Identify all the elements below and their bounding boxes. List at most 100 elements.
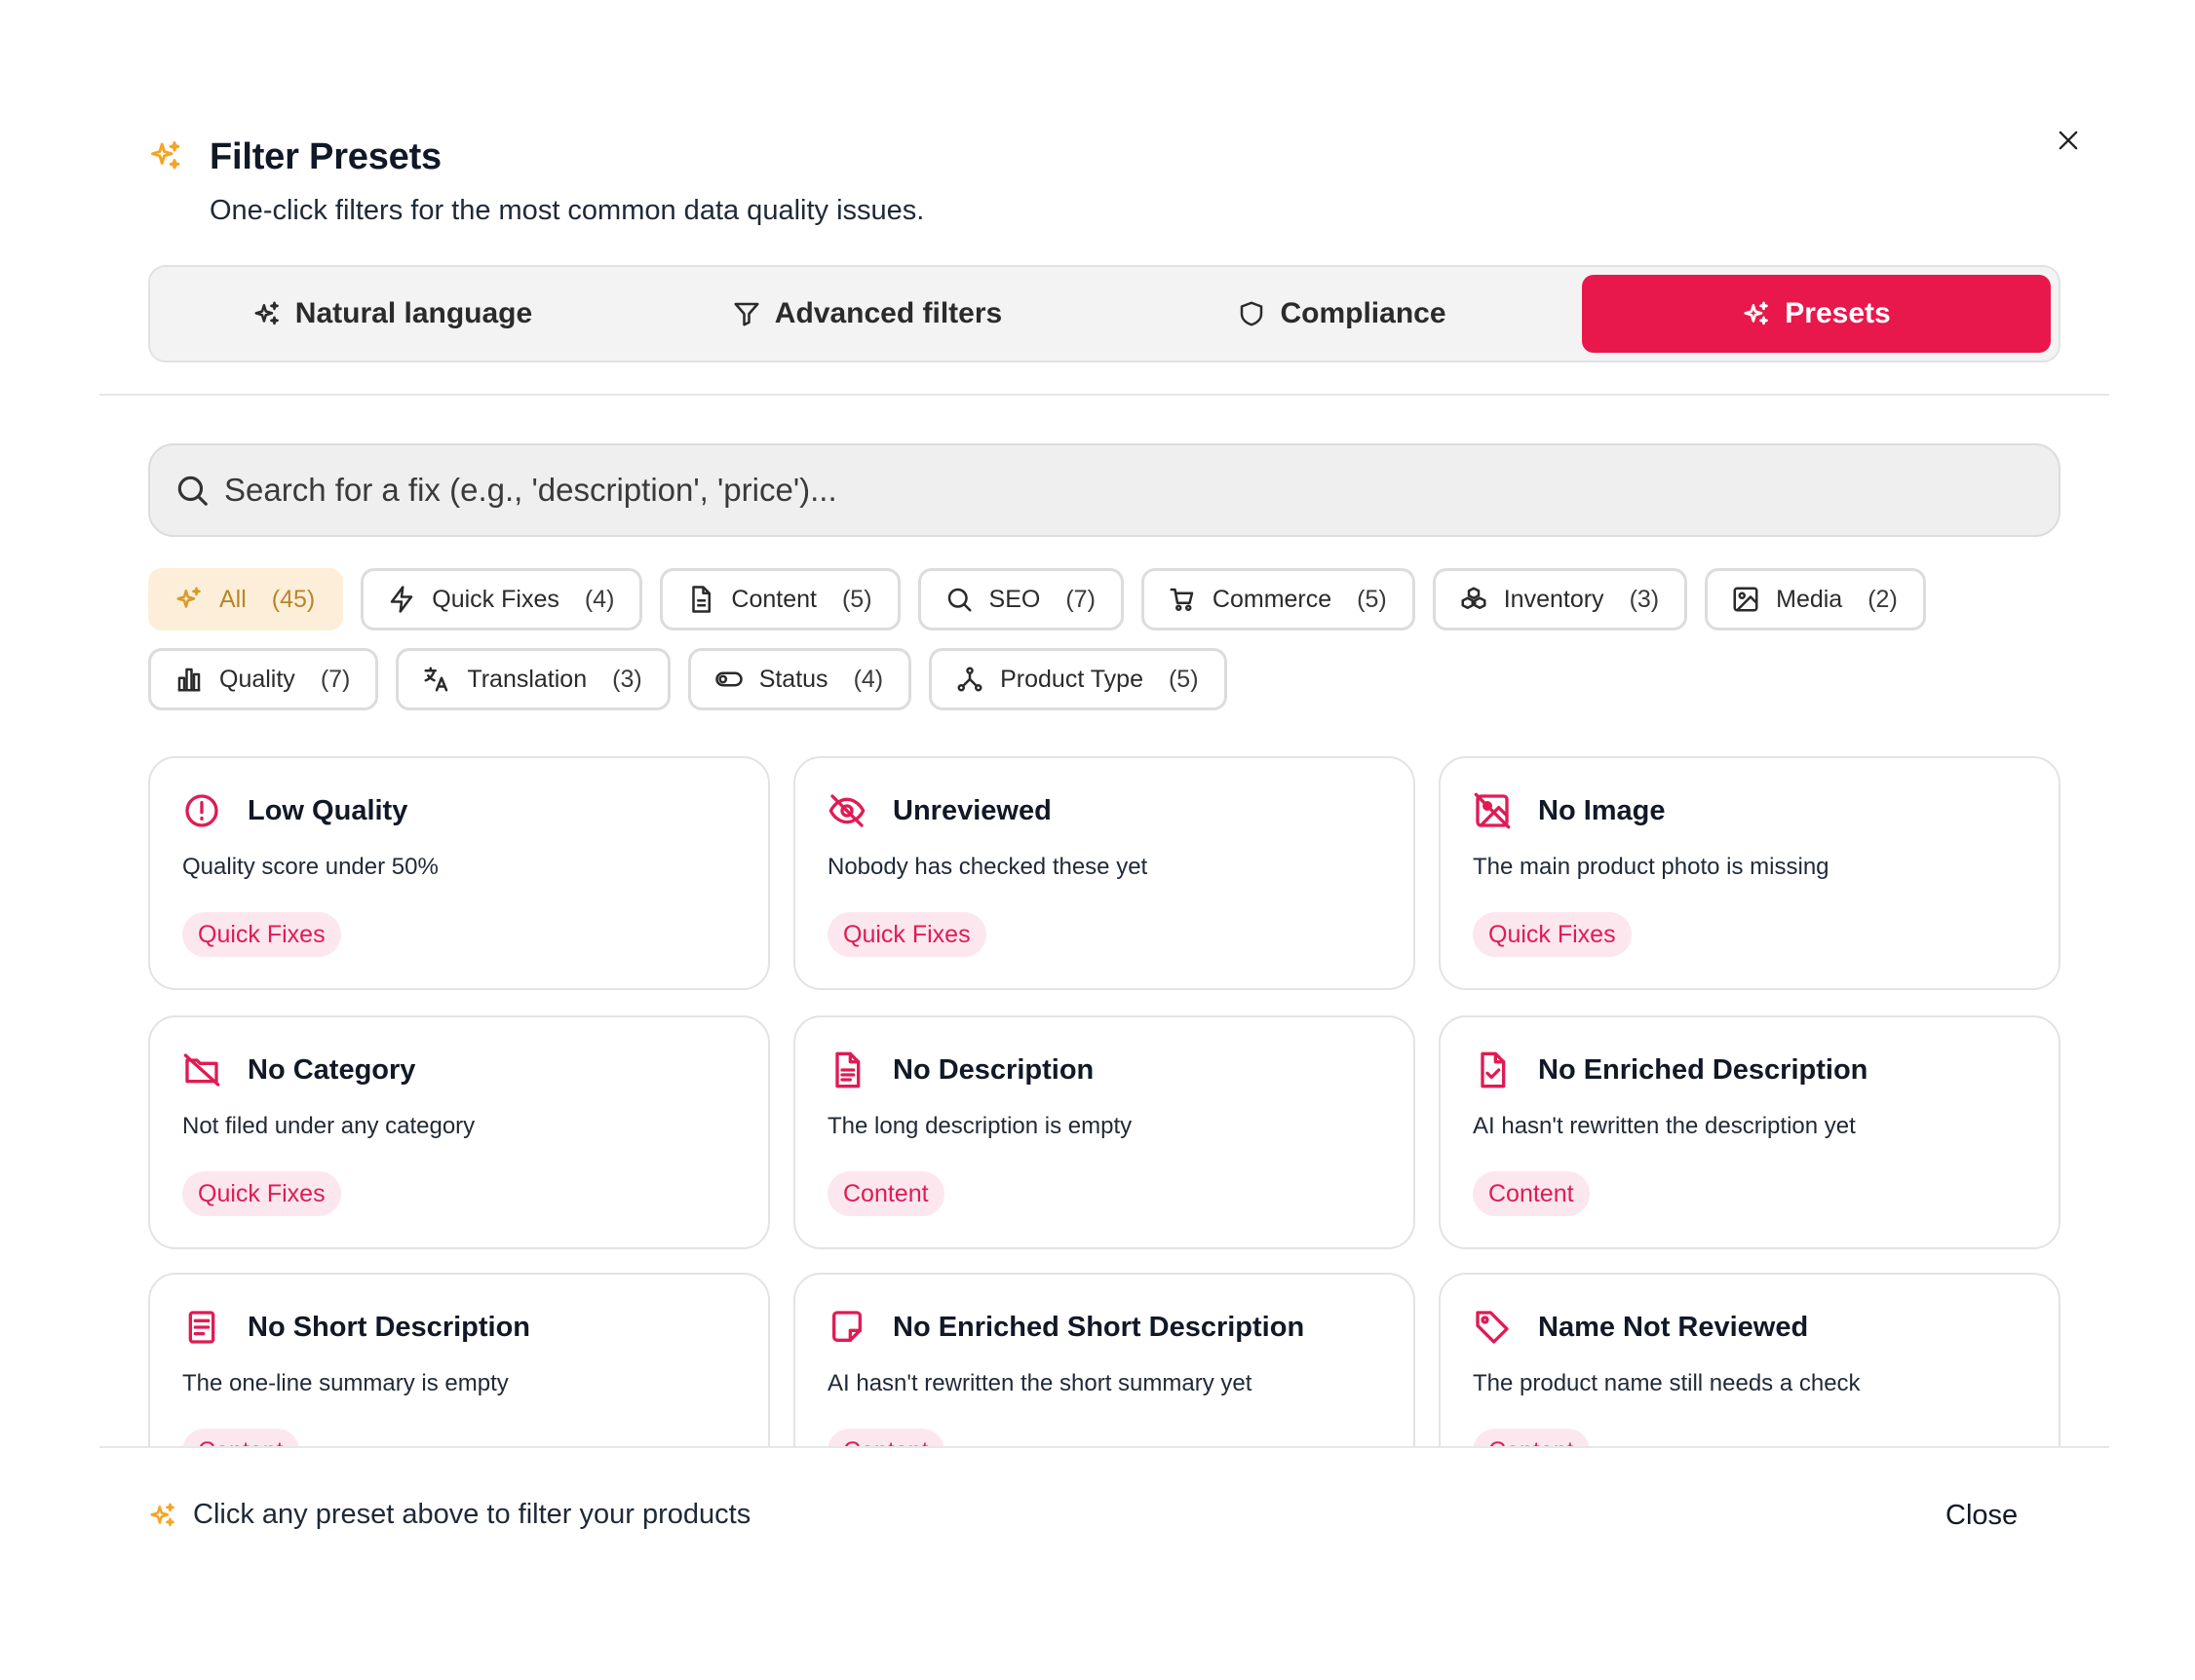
- preset-card-low-quality[interactable]: Low Quality Quality score under 50% Quic…: [148, 756, 770, 990]
- sparkles-icon: [254, 301, 279, 325]
- sparkles-icon: [151, 141, 180, 170]
- receipt-icon: [188, 1311, 215, 1344]
- chip-inventory[interactable]: Inventory (3): [1432, 568, 1688, 630]
- chip-label: Quality: [219, 665, 295, 693]
- chip-label: SEO: [988, 585, 1041, 613]
- chip-quality[interactable]: Quality (7): [148, 648, 379, 710]
- chip-label: Inventory: [1503, 585, 1604, 613]
- chip-count: (5): [1357, 585, 1387, 613]
- chip-count: (4): [584, 585, 615, 613]
- chip-count: (2): [1868, 585, 1898, 613]
- network-icon: [957, 667, 982, 692]
- preset-description: Nobody has checked these yet: [828, 854, 1148, 880]
- chip-label: Media: [1776, 585, 1843, 613]
- preset-tag: Content: [1473, 1171, 1590, 1216]
- preset-tag: Content: [828, 1171, 944, 1216]
- preset-title: Name Not Reviewed: [1538, 1312, 1809, 1343]
- eye-off-icon: [828, 794, 866, 827]
- bar-chart-icon: [177, 668, 201, 692]
- chip-media[interactable]: Media (2): [1705, 568, 1926, 630]
- preset-tag: Content: [182, 1429, 299, 1446]
- chip-content[interactable]: Content (5): [660, 568, 901, 630]
- chip-product-type[interactable]: Product Type (5): [929, 648, 1227, 710]
- mode-tabs: Natural language Advanced filters Compli…: [148, 265, 2060, 363]
- translate-icon: [424, 667, 448, 692]
- preset-tag: Quick Fixes: [1473, 912, 1632, 957]
- preset-search-box: [148, 443, 2060, 537]
- preset-tag: Content: [1473, 1429, 1590, 1446]
- preset-card-no-enriched-description[interactable]: No Enriched Description AI hasn't rewrit…: [1439, 1015, 2060, 1249]
- preset-description: Not filed under any category: [182, 1113, 476, 1139]
- dialog-title: Filter Presets: [210, 136, 442, 177]
- search-icon: [177, 476, 208, 506]
- close-icon[interactable]: [2049, 121, 2088, 160]
- preset-card-no-description[interactable]: No Description The long description is e…: [793, 1015, 1415, 1249]
- alert-circle-icon: [185, 794, 218, 827]
- category-chips: All (45) Quick Fixes (4) Content (5) SEO (7)…: [148, 568, 2060, 728]
- chip-label: Status: [758, 665, 828, 693]
- sparkles-icon: [176, 587, 201, 608]
- preset-title: No Short Description: [248, 1312, 531, 1343]
- preset-title: No Image: [1538, 795, 1666, 826]
- document-icon: [692, 586, 712, 613]
- search-input[interactable]: [224, 472, 1979, 509]
- tab-natural-language[interactable]: Natural language: [158, 275, 627, 353]
- chip-commerce[interactable]: Commerce (5): [1140, 568, 1415, 630]
- chip-label: Translation: [467, 665, 588, 693]
- preset-description: The one-line summary is empty: [182, 1370, 509, 1396]
- divider: [99, 1446, 2109, 1448]
- sticky-note-icon: [832, 1311, 862, 1342]
- preset-card-no-short-description[interactable]: No Short Description The one-line summar…: [148, 1273, 770, 1446]
- preset-tag: Quick Fixes: [182, 1171, 341, 1216]
- chip-seo[interactable]: SEO (7): [917, 568, 1124, 630]
- divider: [99, 394, 2109, 396]
- tab-advanced-filters[interactable]: Advanced filters: [633, 275, 1101, 353]
- preset-title: Unreviewed: [893, 795, 1052, 826]
- tab-label: Natural language: [294, 297, 533, 329]
- preset-description: Quality score under 50%: [182, 854, 439, 880]
- chip-status[interactable]: Status (4): [687, 648, 912, 710]
- preset-card-no-enriched-short-description[interactable]: No Enriched Short Description AI hasn't …: [793, 1273, 1415, 1446]
- preset-tag: Quick Fixes: [182, 912, 341, 957]
- preset-description: AI hasn't rewritten the short summary ye…: [828, 1370, 1252, 1396]
- footer-hint-text: Click any preset above to filter your pr…: [193, 1499, 751, 1530]
- preset-card-name-not-reviewed[interactable]: Name Not Reviewed The product name still…: [1439, 1273, 2060, 1446]
- tab-compliance[interactable]: Compliance: [1107, 275, 1576, 353]
- chip-count: (7): [1065, 585, 1096, 613]
- footer-hint: Click any preset above to filter your pr…: [148, 1499, 751, 1531]
- preset-card-no-image[interactable]: No Image The main product photo is missi…: [1439, 756, 2060, 990]
- chip-count: (3): [612, 665, 642, 693]
- file-text-icon: [835, 1051, 861, 1088]
- image-icon: [1733, 587, 1758, 612]
- chip-all[interactable]: All (45): [148, 568, 344, 630]
- search-icon: [947, 588, 972, 612]
- close-button[interactable]: Close: [1912, 1493, 2051, 1538]
- chip-label: Product Type: [1000, 665, 1143, 693]
- chip-label: All: [219, 585, 247, 613]
- boxes-icon: [1461, 587, 1486, 609]
- preset-description: The long description is empty: [828, 1113, 1133, 1139]
- preset-card-no-category[interactable]: No Category Not filed under any category…: [148, 1015, 770, 1249]
- chip-count: (5): [841, 585, 872, 613]
- preset-tag: Quick Fixes: [828, 912, 986, 957]
- file-check-icon: [1481, 1051, 1506, 1088]
- chip-count: (45): [271, 585, 316, 613]
- preset-card-unreviewed[interactable]: Unreviewed Nobody has checked these yet …: [793, 756, 1415, 990]
- cart-icon: [1170, 588, 1194, 611]
- preset-title: No Description: [893, 1054, 1095, 1086]
- preset-grid: Low Quality Quality score under 50% Quic…: [99, 741, 2109, 1446]
- preset-description: AI hasn't rewritten the description yet: [1473, 1113, 1856, 1139]
- chip-quick-fixes[interactable]: Quick Fixes (4): [361, 568, 643, 630]
- preset-description: The product name still needs a check: [1473, 1370, 1861, 1396]
- chip-label: Content: [731, 585, 817, 613]
- tab-presets[interactable]: Presets: [1582, 275, 2051, 353]
- dialog-subtitle: One-click filters for the most common da…: [210, 195, 925, 226]
- image-off-icon: [1474, 792, 1511, 829]
- chip-count: (4): [853, 665, 884, 693]
- sparkles-icon: [150, 1503, 174, 1526]
- chip-translation[interactable]: Translation (3): [396, 648, 671, 710]
- chip-label: Commerce: [1212, 585, 1332, 613]
- toggle-icon: [714, 671, 743, 687]
- dialog-header: Filter Presets One-click filters for the…: [148, 136, 2049, 234]
- preset-title: No Enriched Short Description: [893, 1312, 1305, 1343]
